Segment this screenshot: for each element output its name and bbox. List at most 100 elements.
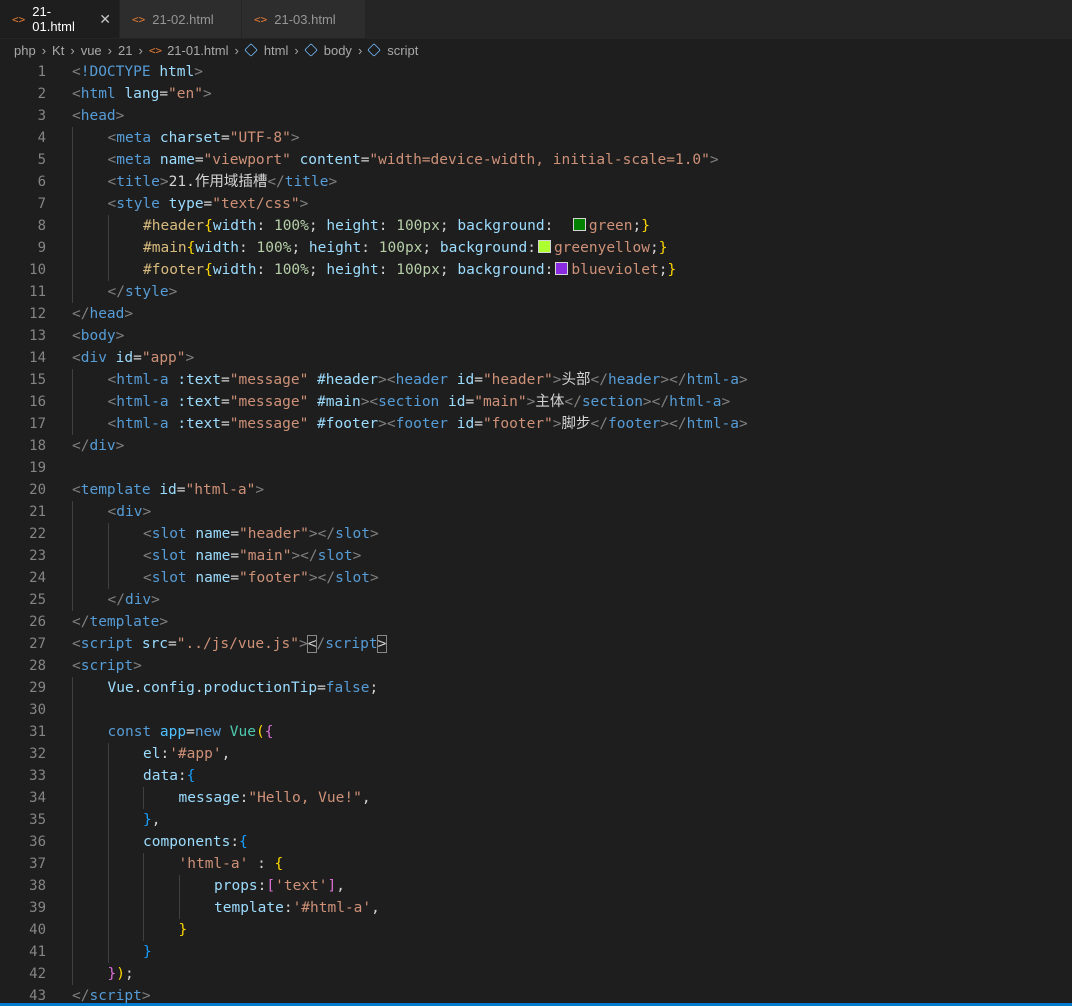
code-line[interactable]: 42});	[0, 963, 1072, 985]
indent-guide	[107, 787, 109, 809]
color-swatch-icon[interactable]	[555, 262, 569, 275]
code-line[interactable]: 18 </div>	[0, 435, 1072, 457]
code-line[interactable]: 33 data:{	[0, 765, 1072, 787]
code-line[interactable]: 11 </style>	[0, 281, 1072, 303]
code-token: ><	[378, 372, 396, 388]
breadcrumb-item[interactable]: php	[14, 43, 36, 58]
code-line[interactable]: 28 <script>	[0, 655, 1072, 677]
code-line[interactable]: 1 <!DOCTYPE html>	[0, 61, 1072, 83]
code-line[interactable]: 13 <body>	[0, 325, 1072, 347]
breadcrumb-item[interactable]: body	[324, 43, 352, 58]
code-text: 'html-a' : {	[179, 853, 284, 875]
code-line[interactable]: 32 el:'#app',	[0, 743, 1072, 765]
line-number: 20	[29, 482, 46, 498]
code-line[interactable]: 29 Vue.config.productionTip=false;	[0, 677, 1072, 699]
line-number: 28	[29, 658, 46, 674]
line-number: 23	[29, 548, 46, 564]
code-token: >	[159, 174, 169, 190]
code-line[interactable]: 19	[0, 457, 1072, 479]
breadcrumb-item[interactable]: Kt	[52, 43, 64, 58]
code-line[interactable]: 12 </head>	[0, 303, 1072, 325]
code-line[interactable]: 15 <html-a :text="message" #header><heade…	[0, 369, 1072, 391]
color-swatch-icon[interactable]	[537, 240, 551, 253]
line-number: 33	[29, 768, 46, 784]
indent-guide	[143, 875, 144, 897]
indent-guide	[107, 809, 109, 831]
code-token: ;	[632, 218, 642, 234]
code-token: 脚步	[561, 416, 591, 432]
code-token: ;	[369, 680, 379, 696]
code-line[interactable]: 14 <div id="app">	[0, 347, 1072, 369]
code-line[interactable]: 16 <html-a :text="message" #main><section…	[0, 391, 1072, 413]
tab-21-02-html[interactable]: <> 21-02.html	[120, 0, 242, 38]
code-line[interactable]: 36 components:{	[0, 831, 1072, 853]
breadcrumb-item[interactable]: 21-01.html	[167, 43, 228, 58]
code-line[interactable]: 21 <div>	[0, 501, 1072, 523]
code-line[interactable]: 41}	[0, 941, 1072, 963]
code-line[interactable]: 38 props:['text'],	[0, 875, 1072, 897]
code-line[interactable]: 40}	[0, 919, 1072, 941]
code-line[interactable]: 9 #main{width: 100%; height: 100px; backg…	[0, 237, 1072, 259]
breadcrumb-item[interactable]: html	[264, 43, 289, 58]
tab-21-01-html[interactable]: <> 21-01.html ✕	[0, 0, 120, 38]
breadcrumb-item[interactable]: script	[387, 43, 418, 58]
color-swatch-icon[interactable]	[572, 218, 586, 231]
code-token: >	[115, 108, 125, 124]
code-line[interactable]: 8 #header{width: 100%; height: 100px; bac…	[0, 215, 1072, 237]
code-line[interactable]: 23 <slot name="main"></slot>	[0, 545, 1072, 567]
code-token: id	[456, 372, 475, 388]
code-line[interactable]: 24 <slot name="footer"></slot>	[0, 567, 1072, 589]
code-editor[interactable]: 1 <!DOCTYPE html> 2 <html lang="en"> 3 <head>…	[0, 61, 1072, 1006]
code-line[interactable]: 4 <meta charset="UTF-8">	[0, 127, 1072, 149]
code-token: :	[248, 856, 275, 872]
code-line[interactable]: 25 </div>	[0, 589, 1072, 611]
code-token: 100px	[396, 262, 440, 278]
code-token: background	[439, 240, 528, 256]
code-line[interactable]: 27 <script src="../js/vue.js"></script>	[0, 633, 1072, 655]
indent-guide	[72, 171, 73, 193]
code-line[interactable]: 22 <slot name="header"></slot>	[0, 523, 1072, 545]
code-text: }	[179, 919, 188, 941]
code-line[interactable]: 17 <html-a :text="message" #footer><foote…	[0, 413, 1072, 435]
close-icon[interactable]: ✕	[99, 11, 111, 28]
code-token: template	[80, 482, 160, 498]
code-line[interactable]: 35},	[0, 809, 1072, 831]
code-line[interactable]: 34 message:"Hello, Vue!",	[0, 787, 1072, 809]
code-line[interactable]: 20 <template id="html-a">	[0, 479, 1072, 501]
code-line[interactable]: 10 #footer{width: 100%; height: 100px; ba…	[0, 259, 1072, 281]
code-token: =	[221, 394, 230, 410]
code-token: >	[115, 438, 125, 454]
code-line[interactable]: 5 <meta name="viewport" content="width=de…	[0, 149, 1072, 171]
code-token: width	[212, 262, 257, 278]
breadcrumb-item[interactable]: 21	[118, 43, 132, 58]
code-token: :	[544, 218, 571, 234]
code-token: =	[474, 372, 483, 388]
breadcrumb-item[interactable]: vue	[81, 43, 102, 58]
code-line[interactable]: 3 <head>	[0, 105, 1072, 127]
code-line[interactable]: 37 'html-a' : {	[0, 853, 1072, 875]
code-line[interactable]: 31 const app=new Vue({	[0, 721, 1072, 743]
symbol-element-icon	[303, 43, 318, 57]
code-line[interactable]: 39 template:'#html-a',	[0, 897, 1072, 919]
indent-guide	[72, 237, 73, 259]
indent-guide	[72, 501, 73, 523]
code-line[interactable]: 26 </template>	[0, 611, 1072, 633]
indent-guide	[107, 523, 109, 545]
code-line[interactable]: 6 <title>21.作用域插槽</title>	[0, 171, 1072, 193]
code-line[interactable]: 7 <style type="text/css">	[0, 193, 1072, 215]
code-line[interactable]: 2 <html lang="en">	[0, 83, 1072, 105]
tab-21-03-html[interactable]: <> 21-03.html	[242, 0, 366, 38]
html-file-icon: <>	[12, 12, 26, 26]
code-token: :	[230, 834, 240, 850]
code-token: :	[256, 218, 274, 234]
code-token: id	[115, 350, 134, 366]
code-token: #main	[143, 240, 187, 256]
code-token: html	[80, 86, 125, 102]
code-token: <	[107, 416, 117, 432]
code-token: '#app'	[169, 746, 222, 762]
code-line[interactable]: 30	[0, 699, 1072, 721]
code-token: blueviolet	[571, 262, 659, 278]
line-number: 1	[37, 64, 46, 80]
code-token: {	[264, 724, 274, 740]
indent-guide	[143, 919, 144, 941]
